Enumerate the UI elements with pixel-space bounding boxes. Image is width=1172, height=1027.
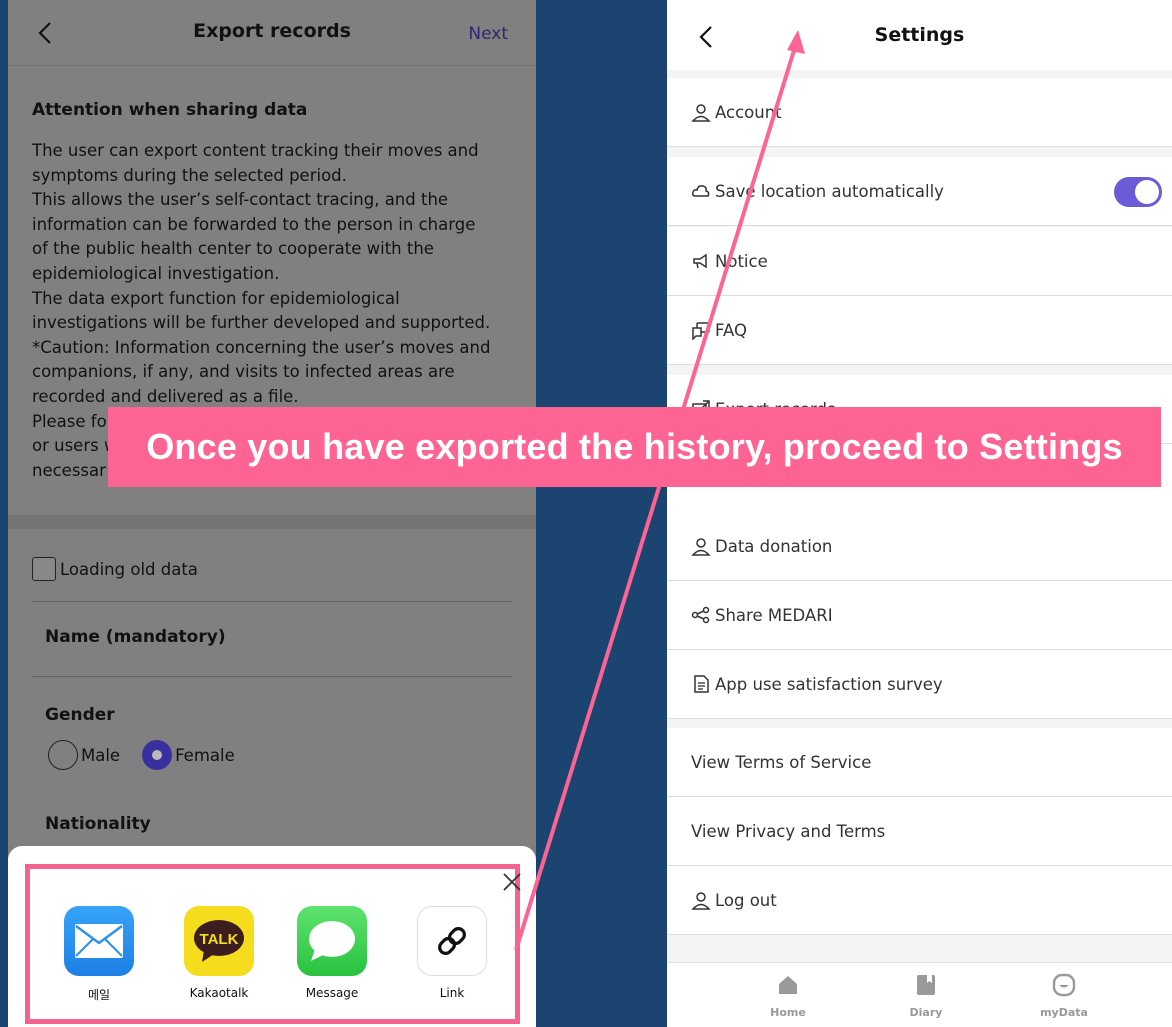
female-radio[interactable] [142,740,173,770]
share-option-label: Kakaotalk [189,986,249,1000]
share-kakaotalk-option[interactable]: TALK Kakaotalk [169,906,269,1000]
megaphone-icon [693,253,707,269]
menu-item-notice[interactable]: Notice [667,227,1172,296]
nav-item-mydata[interactable]: myData [1024,973,1104,1019]
chat-icon [692,322,710,340]
instruction-banner: Once you have exported the history, proc… [108,407,1161,487]
attention-line: epidemiological investigation. [32,263,280,283]
attention-line: information can be forwarded to the pers… [32,214,476,234]
nationality-label: Nationality [45,814,151,834]
kakaotalk-icon-text: TALK [200,931,239,948]
mydata-icon [1052,973,1076,997]
divider [32,676,512,677]
menu-item-data-donation[interactable]: Data donation [667,512,1172,581]
female-label: Female [175,745,235,765]
male-label: Male [81,745,121,765]
menu-item-satisfaction-survey[interactable]: App use satisfaction survey [667,650,1172,719]
menu-item-label: Share MEDARI [715,605,833,625]
menu-item-label: FAQ [715,320,747,340]
loading-old-data-label: Loading old data [60,559,198,579]
menu-item-label: App use satisfaction survey [715,674,943,694]
message-icon [297,906,367,976]
export-records-screen: Export records Next Attention when shari… [8,0,536,1027]
attention-line: companions, if any, and visits to infect… [32,362,455,382]
loading-old-data-checkbox[interactable] [32,557,56,581]
attention-line: This allows the user’s self-contact trac… [32,190,449,210]
document-icon [694,675,709,693]
share-icon [691,606,710,624]
export-header: Export records Next [8,0,536,66]
male-radio[interactable] [48,740,78,770]
user-icon [691,892,711,910]
attention-line: *Caution: Information concerning the use… [32,337,491,357]
diary-icon [917,975,935,995]
page-title: Export records [193,20,351,42]
settings-header: Settings [667,0,1172,70]
menu-item-privacy-terms[interactable]: View Privacy and Terms [667,797,1172,866]
nav-item-home[interactable]: Home [748,973,828,1019]
attention-line: investigations will be further developed… [32,313,491,333]
menu-item-label: View Terms of Service [691,752,872,772]
share-option-label: 메일 [87,988,111,1002]
close-icon[interactable] [502,872,522,892]
nav-item-diary[interactable]: Diary [886,973,966,1019]
menu-item-label: Log out [715,890,777,910]
attention-line: of the public health center to cooperate… [32,239,434,259]
nav-item-label: myData [1040,1006,1088,1019]
next-button[interactable]: Next [468,24,508,44]
kakaotalk-icon: TALK [184,906,254,976]
home-icon [779,976,797,994]
user-icon [691,538,711,556]
divider [32,601,512,602]
menu-item-faq[interactable]: FAQ [667,296,1172,365]
menu-item-save-location[interactable]: Save location automatically [667,157,1172,226]
menu-item-account[interactable]: Account [667,78,1172,147]
loading-old-data-option[interactable]: Loading old data [32,555,198,583]
nav-item-label: Home [770,1006,806,1019]
share-mail-option[interactable]: 메일 [49,906,149,1003]
share-message-option[interactable]: Message [282,906,382,1000]
menu-item-share-medari[interactable]: Share MEDARI [667,581,1172,650]
settings-screen: Settings Account Save location automatic… [667,0,1172,1027]
share-option-label: Message [305,986,359,1000]
menu-item-log-out[interactable]: Log out [667,866,1172,935]
attention-line: recorded and delivered as a file. [32,386,299,406]
menu-item-label: Notice [715,251,768,271]
cloud-icon [692,185,710,197]
save-location-toggle[interactable] [1114,177,1162,207]
nav-item-label: Diary [909,1006,943,1019]
bottom-navigation: Home Diary myData [667,962,1172,1027]
attention-line: symptoms during the selected period. [32,165,347,185]
instruction-text: Once you have exported the history, proc… [146,426,1123,467]
menu-item-label: Account [715,102,782,122]
attention-heading: Attention when sharing data [32,100,308,120]
share-option-label: Link [439,986,465,1000]
menu-item-label: Data donation [715,536,833,556]
user-icon [691,104,711,122]
share-sheet: 메일 TALK Kakaotalk Message Link [8,846,536,1027]
attention-line: The data export function for epidemiolog… [32,288,400,308]
page-title: Settings [874,24,965,46]
link-icon [417,906,487,976]
share-link-option[interactable]: Link [402,906,502,1000]
gender-label: Gender [45,705,115,725]
attention-line: The user can export content tracking the… [32,141,479,160]
section-divider [8,515,536,529]
gender-options: Male Female [48,739,257,771]
menu-item-terms-of-service[interactable]: View Terms of Service [667,728,1172,797]
mail-icon [64,906,134,976]
name-field-label: Name (mandatory) [45,627,226,647]
menu-item-label: Save location automatically [715,181,944,201]
menu-item-label: View Privacy and Terms [691,821,886,841]
